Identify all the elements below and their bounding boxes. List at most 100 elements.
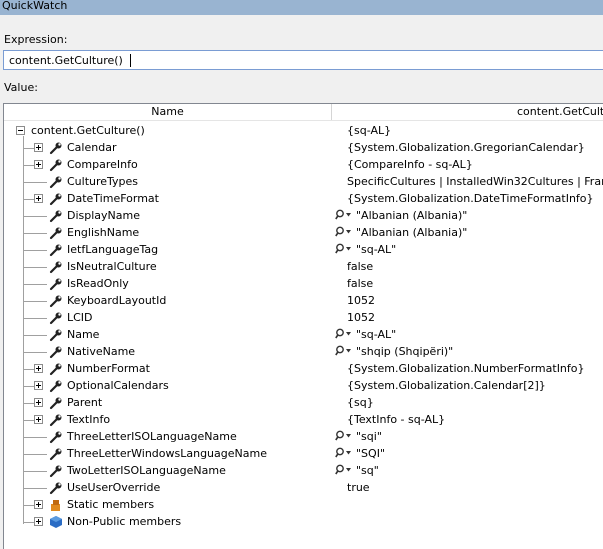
member-name: ThreeLetterWindowsLanguageName xyxy=(67,447,267,460)
wrench-icon xyxy=(49,396,63,410)
tree-line xyxy=(23,420,34,421)
column-separator[interactable] xyxy=(331,104,332,120)
expand-toggle[interactable] xyxy=(34,500,43,509)
member-value: "SQI" xyxy=(356,447,386,460)
expand-toggle[interactable] xyxy=(34,143,43,152)
member-value: false xyxy=(347,277,374,290)
member-value: {sq} xyxy=(347,396,374,409)
member-value: {System.Globalization.NumberFormatInfo} xyxy=(347,362,585,375)
member-name: KeyboardLayoutId xyxy=(67,294,167,307)
tree-row[interactable]: ThreeLetterISOLanguageName "sqi" xyxy=(4,429,603,446)
wrench-icon xyxy=(49,260,63,274)
static-members-icon xyxy=(49,498,63,512)
member-name: ThreeLetterISOLanguageName xyxy=(67,430,237,443)
wrench-icon xyxy=(49,175,63,189)
member-value: {System.Globalization.DateTimeFormatInfo… xyxy=(347,192,594,205)
tree-row[interactable]: IsReadOnly false xyxy=(4,276,603,293)
tree-row[interactable]: Parent {sq} xyxy=(4,395,603,412)
tree-line xyxy=(23,182,47,183)
wrench-icon xyxy=(49,379,63,393)
tree-row[interactable]: IsNeutralCulture false xyxy=(4,259,603,276)
visualizer-magnifier-icon[interactable] xyxy=(335,430,353,445)
member-name: OptionalCalendars xyxy=(67,379,169,392)
tree-row[interactable]: Static members xyxy=(4,497,603,514)
member-value: {CompareInfo - sq-AL} xyxy=(347,158,473,171)
wrench-icon xyxy=(49,277,63,291)
expression-text: content.GetCulture() xyxy=(9,54,123,67)
tree-row[interactable]: KeyboardLayoutId 1052 xyxy=(4,293,603,310)
expression-input[interactable]: content.GetCulture() xyxy=(3,50,603,70)
tree-line xyxy=(23,437,47,438)
tree-row[interactable]: Non-Public members xyxy=(4,514,603,531)
grid-header: Name content.GetCulture xyxy=(4,104,603,121)
tree-line xyxy=(23,471,47,472)
tree-row[interactable]: CultureTypes SpecificCultures | Installed… xyxy=(4,174,603,191)
member-name: CompareInfo xyxy=(67,158,138,171)
expand-toggle[interactable] xyxy=(34,381,43,390)
member-value: {System.Globalization.Calendar[2]} xyxy=(347,379,546,392)
visualizer-magnifier-icon[interactable] xyxy=(335,209,353,224)
member-name: Parent xyxy=(67,396,103,409)
expand-toggle[interactable] xyxy=(34,364,43,373)
wrench-icon xyxy=(49,294,63,308)
member-value: "sq" xyxy=(356,464,379,477)
expand-toggle[interactable] xyxy=(34,517,43,526)
column-header-value[interactable]: content.GetCulture xyxy=(517,105,603,118)
member-name: Name xyxy=(67,328,100,341)
expand-toggle[interactable] xyxy=(34,194,43,203)
tree-row[interactable]: LCID 1052 xyxy=(4,310,603,327)
tree-row-root[interactable]: content.GetCulture() {sq-AL} xyxy=(4,123,603,140)
visualizer-magnifier-icon[interactable] xyxy=(335,345,353,360)
visualizer-magnifier-icon[interactable] xyxy=(335,464,353,479)
tree-line xyxy=(23,250,47,251)
member-value: "sq-AL" xyxy=(356,243,397,256)
visualizer-magnifier-icon[interactable] xyxy=(335,243,353,258)
tree-row[interactable]: DateTimeFormat {System.Globalization.Date… xyxy=(4,191,603,208)
tree-row[interactable]: TextInfo {TextInfo - sq-AL} xyxy=(4,412,603,429)
expand-toggle[interactable] xyxy=(34,160,43,169)
tree-row[interactable]: DisplayName "Albanian (Albania)" xyxy=(4,208,603,225)
tree-line xyxy=(23,165,34,166)
member-value: {TextInfo - sq-AL} xyxy=(347,413,446,426)
expand-toggle[interactable] xyxy=(34,415,43,424)
member-value: "Albanian (Albania)" xyxy=(356,209,468,222)
member-name: TwoLetterISOLanguageName xyxy=(67,464,226,477)
visualizer-magnifier-icon[interactable] xyxy=(335,447,353,462)
tree-row[interactable]: EnglishName "Albanian (Albania)" xyxy=(4,225,603,242)
watch-grid[interactable]: Name content.GetCulture content.GetCultu… xyxy=(3,103,603,549)
tree-row[interactable]: UseUserOverride true xyxy=(4,480,603,497)
tree-row[interactable]: NativeName "shqip (Shqipëri)" xyxy=(4,344,603,361)
tree-line xyxy=(23,301,47,302)
visualizer-magnifier-icon[interactable] xyxy=(335,226,353,241)
tree-line xyxy=(23,454,47,455)
wrench-icon xyxy=(49,243,63,257)
visualizer-magnifier-icon[interactable] xyxy=(335,328,353,343)
member-name: IetfLanguageTag xyxy=(67,243,159,256)
member-value: "sqi" xyxy=(356,430,382,443)
tree-row[interactable]: Name "sq-AL" xyxy=(4,327,603,344)
member-value: {System.Globalization.GregorianCalendar} xyxy=(347,141,585,154)
tree-row[interactable]: ThreeLetterWindowsLanguageName "SQI" xyxy=(4,446,603,463)
column-header-name[interactable]: Name xyxy=(4,105,331,118)
member-name: IsNeutralCulture xyxy=(67,260,157,273)
tree-line xyxy=(23,386,34,387)
expand-toggle[interactable] xyxy=(34,398,43,407)
tree-line xyxy=(23,148,34,149)
title-bar: QuickWatch xyxy=(0,0,603,15)
tree-row[interactable]: IetfLanguageTag "sq-AL" xyxy=(4,242,603,259)
root-value: {sq-AL} xyxy=(347,124,392,137)
tree-row[interactable]: CompareInfo {CompareInfo - sq-AL} xyxy=(4,157,603,174)
member-name: UseUserOverride xyxy=(67,481,161,494)
tree-line xyxy=(23,318,47,319)
tree-line xyxy=(23,522,34,523)
tree-row[interactable]: OptionalCalendars {System.Globalization.C… xyxy=(4,378,603,395)
tree-row[interactable]: TwoLetterISOLanguageName "sq" xyxy=(4,463,603,480)
member-name: CultureTypes xyxy=(67,175,139,188)
collapse-toggle[interactable] xyxy=(16,126,25,135)
member-value: "Albanian (Albania)" xyxy=(356,226,468,239)
member-name: NumberFormat xyxy=(67,362,150,375)
member-value: 1052 xyxy=(347,311,375,324)
tree-row[interactable]: NumberFormat {System.Globalization.Number… xyxy=(4,361,603,378)
tree-row[interactable]: Calendar {System.Globalization.GregorianC… xyxy=(4,140,603,157)
member-name: Static members xyxy=(67,498,155,511)
